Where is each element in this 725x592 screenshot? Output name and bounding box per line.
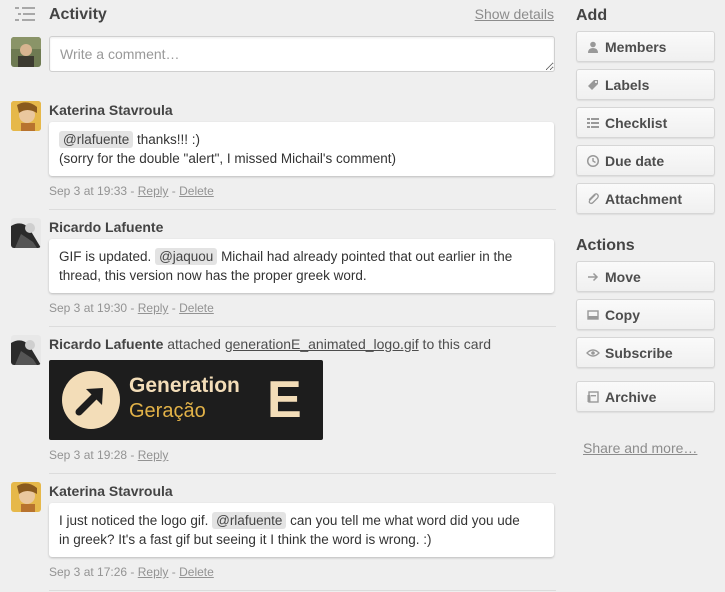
comment-author[interactable]: Katerina Stavroula	[49, 483, 173, 499]
comment-text: I just noticed the logo gif.	[59, 513, 213, 528]
comment-meta: Sep 3 at 17:26 - Reply - Delete	[49, 565, 214, 579]
card-copy-icon	[587, 310, 599, 320]
person-icon	[588, 41, 598, 53]
mention-tag[interactable]: @rlafuente	[212, 512, 287, 529]
labels-button[interactable]: Labels	[576, 69, 715, 100]
comment-line-2: (sorry for the double "alert", I missed …	[59, 151, 397, 166]
comment-action: Katerina Stavroula I just noticed the lo…	[0, 482, 566, 582]
comment-line-2: in greek? It's a fast gif but seeing it …	[59, 532, 432, 547]
comment-text: Michail had already pointed that out ear…	[217, 249, 513, 264]
comment-time[interactable]: Sep 3 at 19:30	[49, 301, 127, 315]
activity-panel: Activity Show details Katerina Stavroula…	[0, 0, 566, 592]
attachment-link[interactable]: generationE_animated_logo.gif	[225, 336, 419, 352]
reply-link[interactable]: Reply	[138, 565, 169, 579]
comment-action: Ricardo Lafuente GIF is updated. @jaquou…	[0, 218, 566, 318]
attachment-author[interactable]: Ricardo Lafuente	[49, 336, 163, 352]
attachment-preview[interactable]: Generation Geração E	[49, 360, 323, 440]
checklist-button[interactable]: Checklist	[576, 107, 715, 138]
arrow-right-icon	[588, 272, 599, 282]
comment-time[interactable]: Sep 3 at 19:33	[49, 184, 127, 198]
avatar-katerina	[11, 101, 41, 131]
comment-text: GIF is updated.	[59, 249, 156, 264]
attachment-meta: Sep 3 at 19:28 - Reply	[49, 448, 169, 462]
delete-link[interactable]: Delete	[179, 565, 214, 579]
attachment-button[interactable]: Attachment	[576, 183, 715, 214]
attachment-time[interactable]: Sep 3 at 19:28	[49, 448, 127, 462]
paperclip-icon	[588, 193, 599, 205]
add-heading: Add	[576, 7, 608, 24]
move-button[interactable]: Move	[576, 261, 715, 292]
tag-icon	[588, 80, 598, 90]
comment-meta: Sep 3 at 19:30 - Reply - Delete	[49, 301, 214, 315]
actions-heading: Actions	[576, 237, 635, 254]
comment-line-1: @rlafuente thanks!!! :)	[59, 130, 544, 149]
delete-link[interactable]: Delete	[179, 184, 214, 198]
divider	[49, 209, 556, 210]
activity-list-icon	[15, 7, 35, 21]
comment-input[interactable]	[49, 36, 555, 72]
comment-bubble: I just noticed the logo gif. @rlafuente …	[49, 503, 554, 557]
comment-action: Katerina Stavroula @rlafuente thanks!!! …	[0, 101, 566, 201]
archive-button[interactable]: Archive	[576, 381, 715, 412]
archive-icon	[587, 391, 599, 403]
comment-time[interactable]: Sep 3 at 17:26	[49, 565, 127, 579]
reply-link[interactable]: Reply	[138, 184, 169, 198]
gif-letter: E	[267, 371, 302, 429]
checklist-icon	[587, 118, 599, 128]
gif-title-line-2: Geração	[129, 400, 206, 422]
divider	[49, 590, 556, 591]
comment-bubble: @rlafuente thanks!!! :) (sorry for the d…	[49, 122, 554, 176]
comment-line-1: I just noticed the logo gif. @rlafuente …	[59, 511, 544, 530]
clock-icon	[586, 154, 600, 168]
mention-tag[interactable]: @jaquou	[155, 248, 218, 265]
gif-title-line-1: Generation	[129, 374, 240, 397]
reply-link[interactable]: Reply	[138, 301, 169, 315]
share-and-more-link[interactable]: Share and more…	[583, 440, 697, 456]
comment-text: thanks!!! :)	[133, 132, 201, 147]
divider	[49, 473, 556, 474]
copy-button[interactable]: Copy	[576, 299, 715, 330]
comment-text: can you tell me what word did you ude	[286, 513, 520, 528]
card-sidebar: Add Members Labels Checklist Due date At…	[576, 0, 716, 592]
comment-bubble: GIF is updated. @jaquou Michail had alre…	[49, 239, 554, 293]
due-date-button[interactable]: Due date	[576, 145, 715, 176]
comment-author[interactable]: Katerina Stavroula	[49, 102, 173, 118]
comment-line-1: GIF is updated. @jaquou Michail had alre…	[59, 247, 544, 266]
avatar-katerina	[11, 482, 41, 512]
show-details-link[interactable]: Show details	[475, 6, 554, 22]
comment-line-2: thread, this version now has the proper …	[59, 268, 367, 283]
eye-icon	[586, 349, 600, 357]
delete-link[interactable]: Delete	[179, 301, 214, 315]
activity-header: Activity Show details	[14, 4, 558, 28]
comment-meta: Sep 3 at 19:33 - Reply - Delete	[49, 184, 214, 198]
attachment-author-line: Ricardo Lafuente attached generationE_an…	[49, 336, 492, 352]
comment-author[interactable]: Ricardo Lafuente	[49, 219, 163, 235]
attachment-action: Ricardo Lafuente attached generationE_an…	[0, 335, 566, 465]
avatar-ricardo	[11, 335, 41, 365]
divider	[49, 326, 556, 327]
mention-tag[interactable]: @rlafuente	[59, 131, 134, 148]
members-button[interactable]: Members	[576, 31, 715, 62]
activity-title: Activity	[49, 6, 107, 23]
reply-link[interactable]: Reply	[138, 448, 169, 462]
subscribe-button[interactable]: Subscribe	[576, 337, 715, 368]
current-user-avatar	[11, 37, 41, 67]
avatar-ricardo	[11, 218, 41, 248]
